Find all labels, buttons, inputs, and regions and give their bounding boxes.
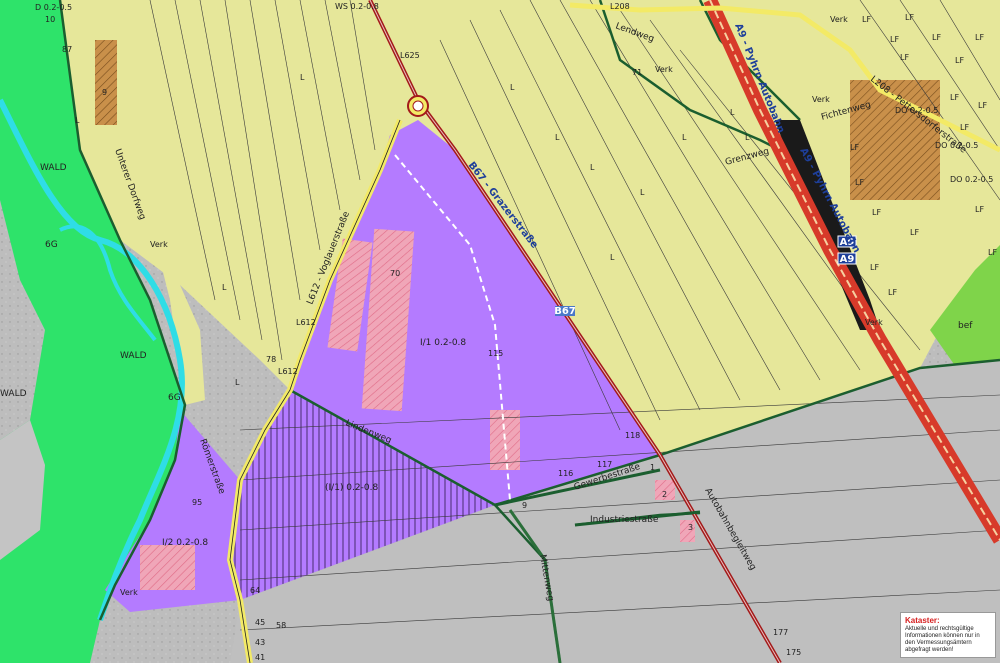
svg-text:175: 175 (786, 648, 801, 657)
svg-text:A9: A9 (840, 254, 855, 265)
svg-text:L: L (745, 133, 750, 142)
svg-text:L: L (235, 378, 240, 387)
svg-text:LF: LF (905, 13, 914, 22)
svg-text:LF: LF (910, 228, 919, 237)
zoning-map[interactable]: A9 A9 A9 - Pyhrn Autobahn A9 - Pyhrn Aut… (0, 0, 1000, 663)
zone-gi-hatched: (I/1) 0.2-0.8 (325, 483, 378, 493)
svg-text:L: L (300, 73, 305, 82)
label-verk: Verk (120, 588, 138, 597)
svg-text:LF: LF (975, 205, 984, 214)
svg-text:177: 177 (773, 628, 788, 637)
label-l612-code-2: L612 (278, 367, 298, 376)
svg-text:LF: LF (960, 123, 969, 132)
svg-text:L: L (555, 133, 560, 142)
zone-gi-main: I/1 0.2-0.8 (420, 338, 466, 348)
svg-text:LF: LF (955, 56, 964, 65)
zone-wald-1: WALD (40, 163, 67, 173)
svg-text:L: L (75, 116, 80, 125)
svg-text:L: L (222, 283, 227, 292)
svg-text:LF: LF (872, 208, 881, 217)
cadastre-notice: Kataster: Aktuelle und rechtsgültige Inf… (900, 612, 996, 658)
svg-text:LF: LF (950, 93, 959, 102)
label-verk: Verk (812, 95, 830, 104)
svg-text:LF: LF (870, 263, 879, 272)
svg-text:71: 71 (632, 68, 642, 77)
svg-text:95: 95 (192, 498, 202, 507)
svg-text:LF: LF (978, 101, 987, 110)
svg-text:116: 116 (558, 469, 573, 478)
zone-sw-g: 6G (45, 240, 58, 250)
svg-text:78: 78 (266, 355, 276, 364)
svg-text:70: 70 (390, 269, 400, 278)
svg-text:41: 41 (255, 653, 265, 662)
zone-top-left: D 0.2-0.5 (35, 3, 72, 12)
label-l625: L625 (400, 51, 420, 60)
svg-text:43: 43 (255, 638, 265, 647)
label-l612-code: L612 (296, 318, 316, 327)
svg-text:LF: LF (932, 33, 941, 42)
label-industriestrasse: Industriestraße (590, 515, 659, 525)
b67-shield: B67 (554, 306, 576, 317)
svg-text:LF: LF (900, 53, 909, 62)
building[interactable] (490, 410, 520, 470)
svg-text:115: 115 (488, 349, 503, 358)
svg-text:1: 1 (650, 463, 655, 472)
svg-text:9: 9 (102, 88, 107, 97)
label-verk: Verk (830, 15, 848, 24)
svg-text:64: 64 (250, 586, 260, 595)
label-verk: Verk (865, 318, 883, 327)
svg-text:L: L (510, 83, 515, 92)
building-dorfgebiet[interactable] (95, 40, 117, 125)
svg-text:L: L (610, 253, 615, 262)
zone-wald-3: WALD (0, 389, 27, 399)
svg-text:LF: LF (888, 288, 897, 297)
svg-text:58: 58 (276, 621, 286, 630)
svg-text:LF: LF (890, 35, 899, 44)
svg-text:118: 118 (625, 431, 640, 440)
cadastre-notice-text: Aktuelle und rechtsgültige Informationen… (905, 626, 980, 653)
svg-text:L: L (682, 133, 687, 142)
building[interactable] (140, 545, 195, 590)
svg-text:117: 117 (597, 460, 612, 469)
zone-do-1: DO 0.2-0.5 (895, 106, 938, 115)
svg-text:B67: B67 (554, 306, 576, 317)
label-verk: Verk (150, 240, 168, 249)
zone-gi-south: I/2 0.2-0.8 (162, 538, 208, 548)
zone-sw-g2: 6G (168, 393, 181, 403)
svg-text:45: 45 (255, 618, 265, 627)
svg-text:3: 3 (688, 523, 693, 532)
svg-text:LF: LF (850, 143, 859, 152)
zone-do-2: DO 0.2-0.5 (935, 141, 978, 150)
zone-wald-2: WALD (120, 351, 147, 361)
svg-text:10: 10 (45, 15, 55, 24)
svg-text:L: L (640, 188, 645, 197)
svg-text:LF: LF (862, 15, 871, 24)
svg-text:2: 2 (662, 490, 667, 499)
svg-text:LF: LF (975, 33, 984, 42)
zone-do-3: DO 0.2-0.5 (950, 175, 993, 184)
svg-text:L: L (590, 163, 595, 172)
label-verk: Verk (655, 65, 673, 74)
svg-text:L: L (730, 108, 735, 117)
a9-shield: A9 (837, 252, 857, 265)
zone-top-ws: WS 0.2-0.8 (335, 2, 379, 11)
svg-text:9: 9 (522, 501, 527, 510)
svg-text:LF: LF (855, 178, 864, 187)
roundabout-center (412, 100, 424, 112)
svg-text:87: 87 (62, 45, 72, 54)
cadastre-notice-title: Kataster: (905, 616, 940, 625)
svg-text:LF: LF (988, 248, 997, 257)
label-l208-top: L208 (610, 2, 630, 11)
zone-bef: bef (958, 321, 973, 331)
